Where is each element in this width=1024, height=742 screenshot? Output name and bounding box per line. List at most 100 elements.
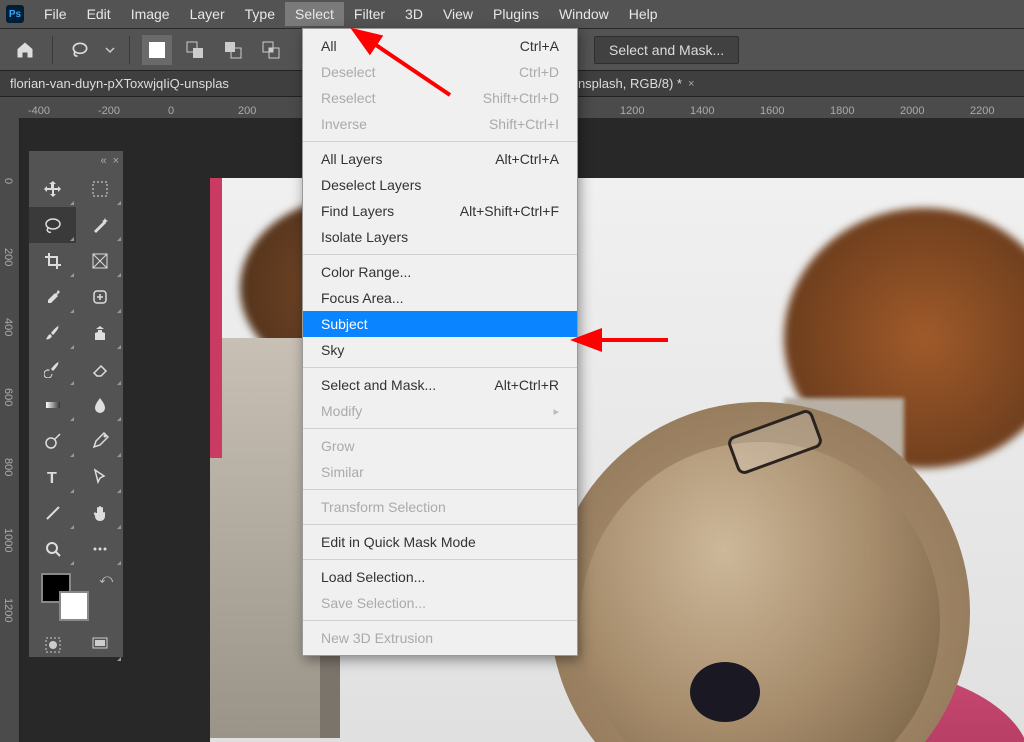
frame-tool[interactable] [76, 243, 123, 279]
dropdown-chevron-icon[interactable] [103, 35, 117, 65]
zoom-tool[interactable] [29, 531, 76, 567]
ruler-tick: 1000 [2, 528, 14, 552]
dodge-tool[interactable] [29, 423, 76, 459]
ruler-tick: 600 [2, 388, 14, 406]
menu-item-label: Edit in Quick Mask Mode [321, 534, 476, 550]
menu-item-label: All [321, 38, 337, 54]
menu-item-label: Grow [321, 438, 354, 454]
menu-item-isolate-layers[interactable]: Isolate Layers [303, 224, 577, 250]
menu-view[interactable]: View [433, 2, 483, 26]
ruler-tick: 800 [2, 458, 14, 476]
color-swatches[interactable]: ⤺ [29, 567, 123, 627]
line-tool[interactable] [29, 495, 76, 531]
ruler-tick: 2000 [900, 105, 924, 117]
hand-tool[interactable] [76, 495, 123, 531]
menu-item-label: Save Selection... [321, 595, 426, 611]
menu-window[interactable]: Window [549, 2, 619, 26]
menu-item-deselect-layers[interactable]: Deselect Layers [303, 172, 577, 198]
menu-layer[interactable]: Layer [180, 2, 235, 26]
brush-tool[interactable] [29, 315, 76, 351]
subtract-selection-icon[interactable] [218, 35, 248, 65]
ruler-tick: 1600 [760, 105, 784, 117]
collapse-icon[interactable]: « [100, 155, 106, 167]
close-icon[interactable]: × [113, 155, 119, 167]
eyedropper-tool[interactable] [29, 279, 76, 315]
menu-item-shortcut: Alt+Shift+Ctrl+F [460, 203, 559, 219]
home-icon[interactable] [10, 35, 40, 65]
ruler-tick: 1800 [830, 105, 854, 117]
menu-separator [303, 141, 577, 142]
menu-item-sky[interactable]: Sky [303, 337, 577, 363]
menu-file[interactable]: File [34, 2, 77, 26]
menu-select[interactable]: Select [285, 2, 344, 26]
menu-item-shortcut: Alt+Ctrl+A [495, 151, 559, 167]
menu-item-select-and-mask[interactable]: Select and Mask... Alt+Ctrl+R [303, 372, 577, 398]
menu-plugins[interactable]: Plugins [483, 2, 549, 26]
background-swatch[interactable] [59, 591, 89, 621]
menu-item-load-selection[interactable]: Load Selection... [303, 564, 577, 590]
menu-item-modify: Modify [303, 398, 577, 424]
ruler-tick: -200 [98, 105, 120, 117]
ruler-tick: 2200 [970, 105, 994, 117]
new-selection-icon[interactable] [142, 35, 172, 65]
menu-item-label: Subject [321, 316, 368, 332]
menu-item-edit-in-quick-mask-mode[interactable]: Edit in Quick Mask Mode [303, 529, 577, 555]
menu-separator [303, 559, 577, 560]
document-tab[interactable]: florian-van-duyn-pXToxwjqIiQ-unsplas [0, 72, 239, 95]
menu-separator [303, 620, 577, 621]
menu-item-label: Focus Area... [321, 290, 403, 306]
menu-item-find-layers[interactable]: Find LayersAlt+Shift+Ctrl+F [303, 198, 577, 224]
menu-help[interactable]: Help [619, 2, 668, 26]
close-icon[interactable]: × [688, 78, 694, 90]
menu-item-shortcut: Ctrl+D [519, 64, 559, 80]
menu-3d[interactable]: 3D [395, 2, 433, 26]
eraser-tool[interactable] [76, 351, 123, 387]
select-and-mask-button[interactable]: Select and Mask... [594, 36, 739, 64]
menu-item-label: Sky [321, 342, 344, 358]
menu-item-label: Similar [321, 464, 364, 480]
magic-wand-tool[interactable] [76, 207, 123, 243]
type-tool[interactable]: T [29, 459, 76, 495]
menu-edit[interactable]: Edit [77, 2, 121, 26]
menu-image[interactable]: Image [121, 2, 180, 26]
tools-panel-header: « × [29, 151, 123, 171]
menu-separator [303, 428, 577, 429]
menu-item-shortcut: Alt+Ctrl+R [494, 377, 559, 393]
blur-tool[interactable] [76, 387, 123, 423]
menu-item-color-range[interactable]: Color Range... [303, 259, 577, 285]
path-select-tool[interactable] [76, 459, 123, 495]
pen-tool[interactable] [76, 423, 123, 459]
ruler-tick: 1200 [620, 105, 644, 117]
history-brush-tool[interactable] [29, 351, 76, 387]
healing-tool[interactable] [76, 279, 123, 315]
clone-tool[interactable] [76, 315, 123, 351]
menu-item-grow: Grow [303, 433, 577, 459]
menu-item-subject[interactable]: Subject [303, 311, 577, 337]
quick-mask-icon[interactable] [29, 627, 76, 663]
menu-filter[interactable]: Filter [344, 2, 395, 26]
menu-separator [303, 254, 577, 255]
edit-toolbar-tool[interactable] [76, 531, 123, 567]
menu-item-inverse: InverseShift+Ctrl+I [303, 111, 577, 137]
lasso-tool-icon[interactable] [65, 35, 95, 65]
menu-item-transform-selection: Transform Selection [303, 494, 577, 520]
menu-item-shortcut: Ctrl+A [520, 38, 559, 54]
menu-item-all-layers[interactable]: All LayersAlt+Ctrl+A [303, 146, 577, 172]
menu-item-label: Select and Mask... [321, 377, 436, 393]
menu-item-similar: Similar [303, 459, 577, 485]
intersect-selection-icon[interactable] [256, 35, 286, 65]
crop-tool[interactable] [29, 243, 76, 279]
ruler-tick: 400 [2, 318, 14, 336]
gradient-tool[interactable] [29, 387, 76, 423]
lasso-tool[interactable] [29, 207, 76, 243]
app-logo: Ps [6, 5, 24, 23]
swap-colors-icon[interactable]: ⤺ [99, 571, 113, 587]
move-tool[interactable] [29, 171, 76, 207]
add-selection-icon[interactable] [180, 35, 210, 65]
marquee-tool[interactable] [76, 171, 123, 207]
menu-item-save-selection: Save Selection... [303, 590, 577, 616]
screen-mode-icon[interactable] [76, 627, 123, 663]
menu-item-focus-area[interactable]: Focus Area... [303, 285, 577, 311]
select-menu-dropdown: AllCtrl+ADeselectCtrl+DReselectShift+Ctr… [302, 28, 578, 656]
menu-type[interactable]: Type [235, 2, 285, 26]
